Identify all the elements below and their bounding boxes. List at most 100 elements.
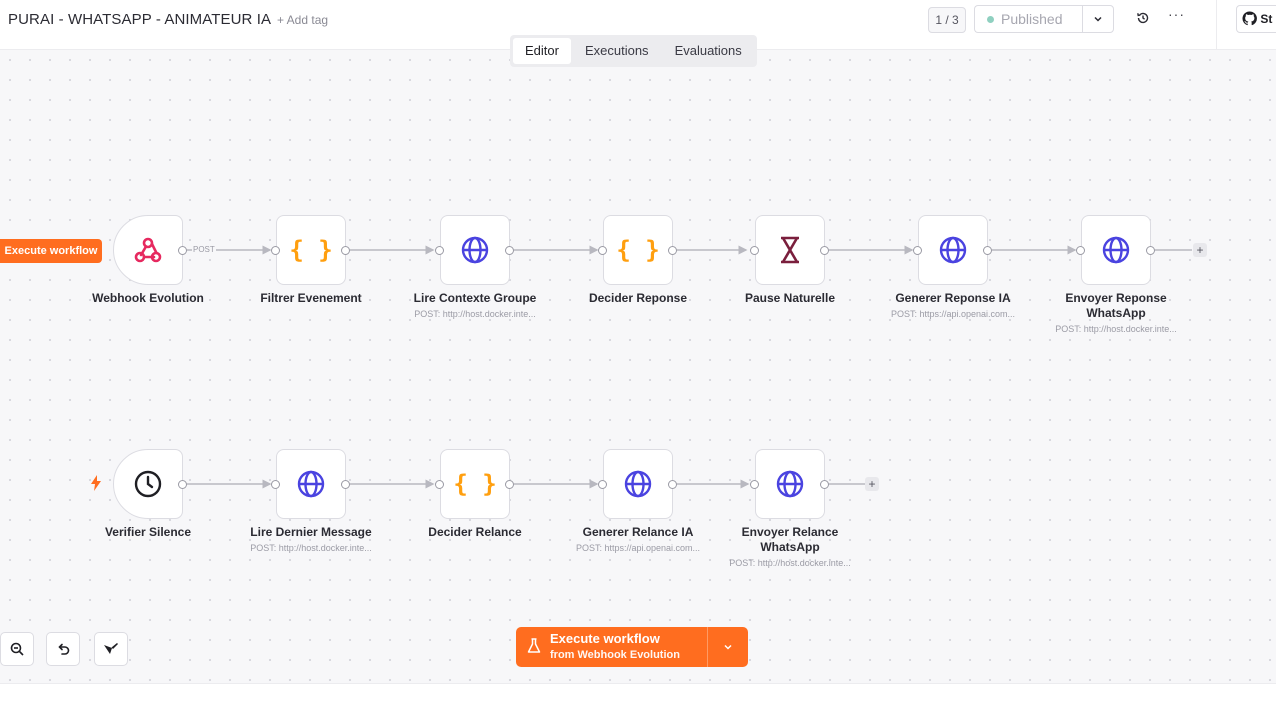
publish-status-button[interactable]: Published: [974, 5, 1082, 33]
execute-workflow-tag[interactable]: Execute workflow: [0, 239, 102, 263]
undo-icon: [58, 643, 70, 655]
node-lire-dernier-message[interactable]: [276, 449, 346, 519]
node-label: Webhook Evolution: [92, 291, 204, 305]
add-tag-button[interactable]: + Add tag: [277, 13, 328, 27]
chevron-down-icon: [724, 644, 732, 650]
tab-executions[interactable]: Executions: [573, 38, 661, 64]
input-port[interactable]: [598, 246, 607, 255]
output-port[interactable]: [820, 480, 829, 489]
zoom-out-icon: [10, 642, 24, 656]
output-port[interactable]: [983, 246, 992, 255]
output-port[interactable]: [178, 480, 187, 489]
output-port[interactable]: [505, 246, 514, 255]
execute-from-label: from Webhook Evolution: [550, 649, 680, 661]
output-port[interactable]: [341, 480, 350, 489]
globe-icon: [624, 470, 652, 498]
node-decider-relance[interactable]: { }: [440, 449, 510, 519]
node-subtitle: POST: http://host.docker.inte...: [1055, 324, 1177, 334]
node-subtitle: POST: http://host.docker.inte...: [729, 558, 851, 568]
input-port[interactable]: [435, 480, 444, 489]
output-port[interactable]: [668, 246, 677, 255]
version-indicator[interactable]: 1 / 3: [928, 7, 966, 33]
node-label: Generer Relance IA: [582, 525, 694, 539]
globe-icon: [1102, 236, 1130, 264]
node-label: Pause Naturelle: [744, 291, 836, 305]
node-generer-reponse-ia[interactable]: [918, 215, 988, 285]
input-port[interactable]: [750, 246, 759, 255]
view-tabs: Editor Executions Evaluations: [510, 35, 757, 67]
tidy-up-button[interactable]: [94, 632, 128, 666]
node-subtitle: POST: https://api.openai.com...: [890, 309, 1016, 319]
publish-menu-button[interactable]: [1082, 5, 1114, 33]
input-port[interactable]: [271, 246, 280, 255]
input-port[interactable]: [913, 246, 922, 255]
node-label: Envoyer Relance WhatsApp: [741, 525, 839, 554]
status-dot-icon: [987, 15, 994, 23]
node-label: Decider Relance: [428, 525, 522, 539]
code-braces-icon: { }: [453, 470, 497, 498]
node-verifier-silence[interactable]: [113, 449, 183, 519]
input-port[interactable]: [750, 480, 759, 489]
header-divider: [1216, 0, 1217, 50]
output-port[interactable]: [178, 246, 187, 255]
hourglass-icon: [781, 236, 799, 264]
workflow-title[interactable]: PURAI - WHATSAPP - ANIMATEUR IA: [8, 11, 271, 28]
history-icon: [1137, 12, 1149, 24]
zoom-out-button[interactable]: [0, 632, 34, 666]
output-port[interactable]: [820, 246, 829, 255]
chevron-down-icon: [1094, 16, 1102, 22]
node-label: Lire Contexte Groupe: [413, 291, 537, 305]
input-port[interactable]: [598, 480, 607, 489]
input-port[interactable]: [1076, 246, 1085, 255]
tab-evaluations[interactable]: Evaluations: [663, 38, 754, 64]
add-node-button[interactable]: +: [1193, 243, 1207, 257]
globe-icon: [776, 470, 804, 498]
footer-bar: [0, 683, 1276, 701]
node-pause-naturelle[interactable]: [755, 215, 825, 285]
node-decider-reponse[interactable]: { }: [603, 215, 673, 285]
node-label: Generer Reponse IA: [895, 291, 1011, 305]
output-port[interactable]: [668, 480, 677, 489]
code-braces-icon: { }: [289, 236, 333, 264]
tab-editor[interactable]: Editor: [513, 38, 571, 64]
flask-icon: [527, 638, 541, 653]
output-port[interactable]: [341, 246, 350, 255]
input-port[interactable]: [271, 480, 280, 489]
input-port[interactable]: [435, 246, 444, 255]
node-label: Envoyer Reponse WhatsApp: [1065, 291, 1167, 320]
node-label: Filtrer Evenement: [260, 291, 362, 305]
add-node-button[interactable]: +: [865, 477, 879, 491]
execute-options-button[interactable]: [707, 627, 748, 667]
workflow-canvas[interactable]: [0, 50, 1276, 683]
node-label: Decider Reponse: [588, 291, 688, 305]
node-subtitle: POST: https://api.openai.com...: [575, 543, 701, 553]
github-star-label: St: [1260, 12, 1273, 26]
execute-label: Execute workflow: [550, 631, 660, 646]
post-output-label: POST: [192, 245, 216, 254]
github-icon: [1242, 11, 1257, 26]
more-options-button[interactable]: ···: [1168, 6, 1185, 22]
github-star-button[interactable]: St: [1236, 5, 1276, 33]
node-label: Lire Dernier Message: [250, 525, 372, 539]
globe-icon: [939, 236, 967, 264]
code-braces-icon: { }: [616, 236, 660, 264]
undo-button[interactable]: [46, 632, 80, 666]
webhook-icon: [134, 237, 162, 263]
globe-icon: [297, 470, 325, 498]
output-port[interactable]: [505, 480, 514, 489]
node-envoyer-reponse-whatsapp[interactable]: [1081, 215, 1151, 285]
node-subtitle: POST: http://host.docker.inte...: [414, 309, 536, 319]
clock-icon: [134, 470, 162, 498]
output-port[interactable]: [1146, 246, 1155, 255]
publish-status-label: Published: [1001, 11, 1063, 27]
node-envoyer-relance-whatsapp[interactable]: [755, 449, 825, 519]
history-button[interactable]: [1133, 8, 1153, 28]
node-lire-contexte-groupe[interactable]: [440, 215, 510, 285]
node-label: Verifier Silence: [104, 525, 192, 539]
node-filtrer-evenement[interactable]: { }: [276, 215, 346, 285]
node-generer-relance-ia[interactable]: [603, 449, 673, 519]
trigger-bolt-icon: [91, 475, 101, 491]
node-subtitle: POST: http://host.docker.inte...: [250, 543, 372, 553]
node-webhook-evolution[interactable]: [113, 215, 183, 285]
execute-workflow-button[interactable]: Execute workflow from Webhook Evolution: [516, 627, 707, 667]
